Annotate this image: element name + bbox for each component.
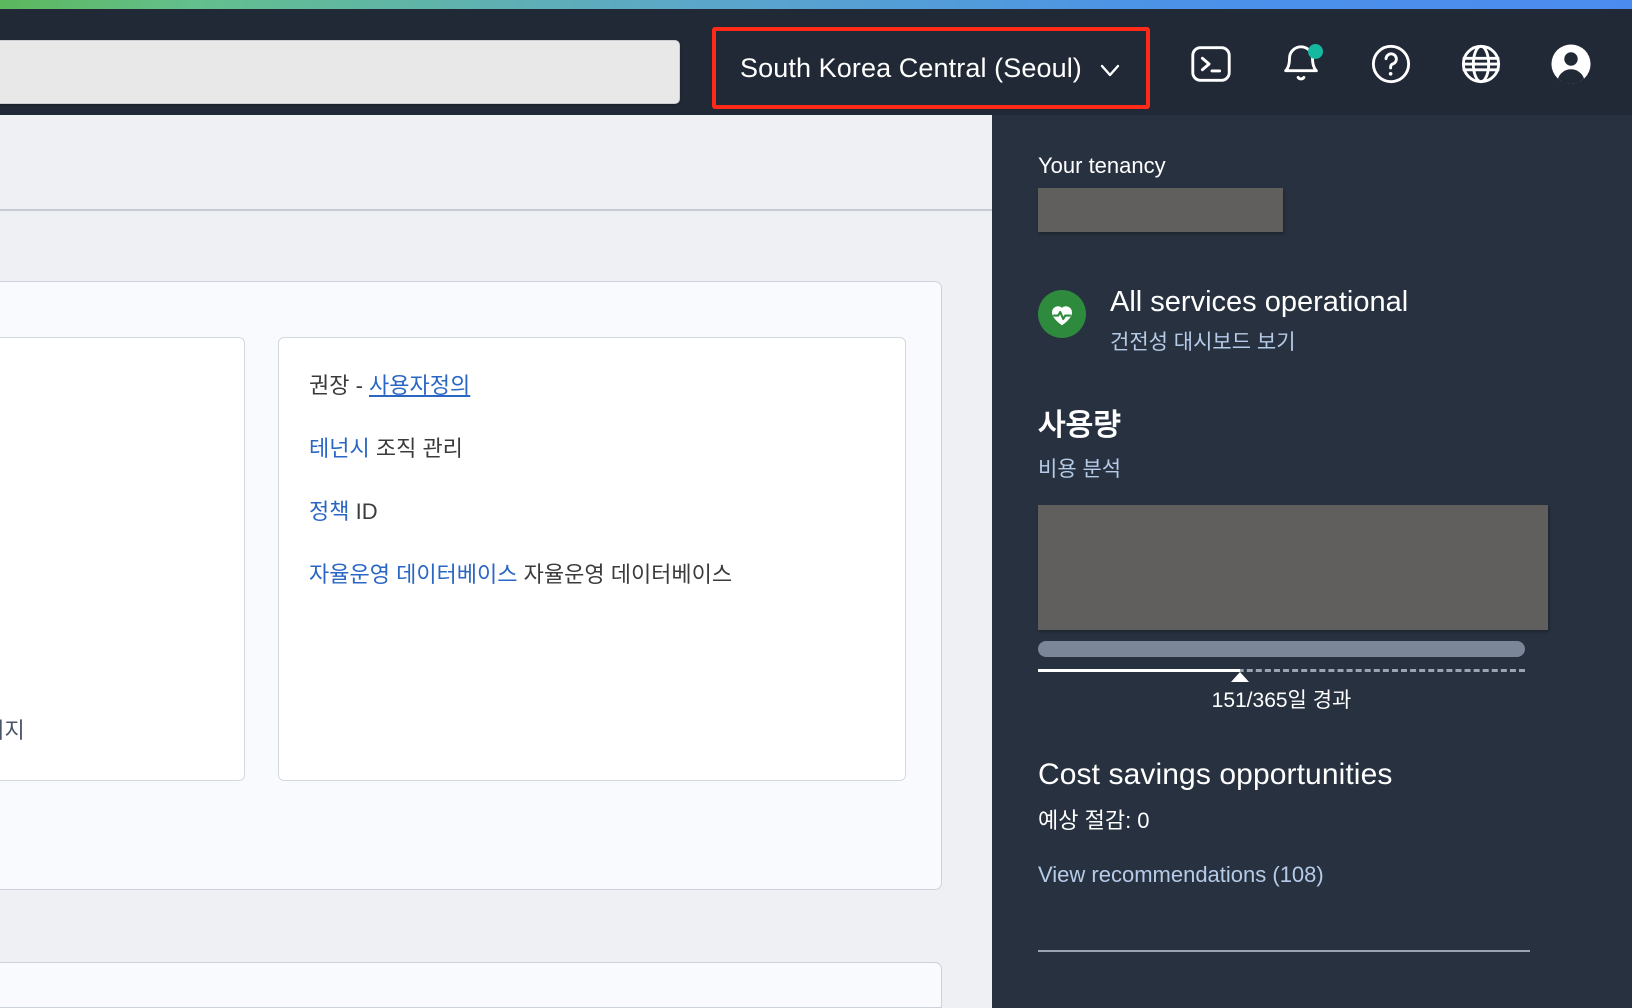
panel-divider [1038,950,1530,953]
cost-savings-title: Cost savings opportunities [1038,758,1393,792]
tenancy-label: Your tenancy [1038,153,1166,178]
quick-links-card: 권장 - 사용자정의 테넌시 조직 관리 정책 ID 자율운영 데이터베이스 자… [278,337,906,781]
help-circle-icon[interactable] [1368,41,1414,87]
row-suffix: 자율운영 데이터베이스 [517,561,733,587]
usage-section-title: 사용량 [1038,409,1121,443]
period-progress-marker [1230,672,1249,683]
cloud-shell-icon[interactable] [1188,41,1234,87]
notifications-bell-icon[interactable] [1278,41,1324,87]
main-content-area: 토리지 권장 - 사용자정의 테넌시 조직 관리 정책 ID 자율운영 데이터베… [0,115,992,1008]
quick-links-list: 권장 - 사용자정의 테넌시 조직 관리 정책 ID 자율운영 데이터베이스 자… [279,338,905,623]
top-gradient-strip [0,0,1632,9]
region-selector[interactable]: South Korea Central (Seoul) [712,27,1150,109]
estimated-savings-label: 예상 절감: 0 [1038,808,1150,834]
list-item: 테넌시 조직 관리 [309,433,875,465]
tenancy-link[interactable]: 테넌시 [309,436,370,461]
health-heart-icon [1038,290,1086,338]
row-suffix: ID [349,498,378,524]
oci-console-screen: South Korea Central (Seoul) 지 권장 - 사용자정의… [0,0,1632,1008]
user-avatar-icon[interactable] [1548,41,1594,87]
policy-link[interactable]: 정책 [309,499,349,524]
region-label: South Korea Central (Seoul) [740,52,1082,83]
view-recommendations-link[interactable]: View recommendations (108) [1038,862,1580,888]
search-input[interactable] [0,41,679,103]
row-prefix: 권장 - [309,373,370,398]
list-item: 권장 - 사용자정의 [309,370,875,402]
section-divider [0,209,992,211]
right-side-panel: Your tenancy All services operational 건전… [992,115,1632,1008]
autonomous-database-link[interactable]: 자율운영 데이터베이스 [309,562,518,587]
period-progress-caption: 151/365일 경과 [1211,689,1352,713]
period-progress-track [1038,669,1525,683]
usage-chart-redacted [1038,505,1548,631]
global-search-box[interactable] [0,40,680,104]
health-texts: All services operational 건전성 대시보드 보기 [1110,286,1408,356]
list-item: 정책 ID [309,496,875,528]
notification-badge [1308,44,1323,59]
tenancy-name-redacted [1038,188,1283,232]
top-header-bar: South Korea Central (Seoul) [0,9,1632,115]
usage-progress-bar [1038,641,1525,658]
globe-language-icon[interactable] [1458,41,1504,87]
health-dashboard-link[interactable]: 건전성 대시보드 보기 [1110,326,1408,356]
period-progress-elapsed [1038,669,1240,673]
cost-analysis-link[interactable]: 비용 분석 [1038,453,1580,483]
next-section-card [0,962,942,1008]
storage-card-label: 토리지 [0,718,25,743]
row-suffix: 조직 관리 [369,435,463,461]
storage-card[interactable] [0,337,245,781]
chevron-down-icon [1098,58,1122,82]
customize-link[interactable]: 사용자정의 [369,373,470,398]
service-health-section: All services operational 건전성 대시보드 보기 [1038,286,1580,356]
header-icon-group [1188,41,1594,87]
list-item: 자율운영 데이터베이스 자율운영 데이터베이스 [309,559,875,591]
health-status-text: All services operational [1110,286,1409,318]
